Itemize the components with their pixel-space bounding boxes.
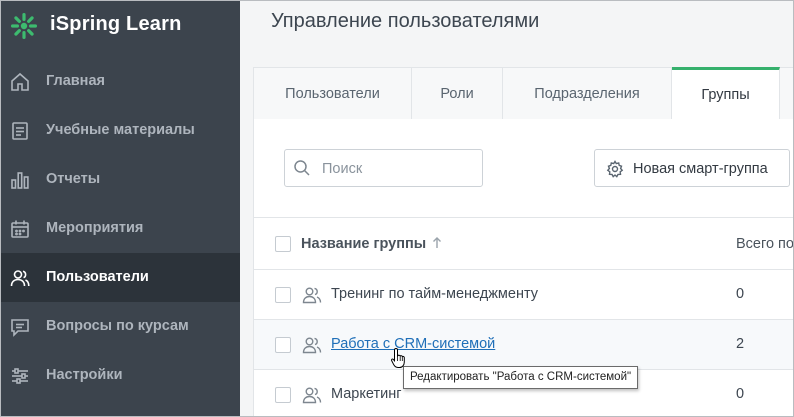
column-header-name[interactable]: Название группы xyxy=(301,236,426,252)
tab-more[interactable] xyxy=(780,68,793,119)
sidebar-item-home[interactable]: Главная xyxy=(1,57,240,106)
page-title: Управление пользователями xyxy=(271,10,540,32)
sidebar-item-reports[interactable]: Отчеты xyxy=(1,155,240,204)
column-header-total[interactable]: Всего по xyxy=(736,236,793,252)
sidebar-item-label: Мероприятия xyxy=(46,220,144,236)
sidebar-item-learning-materials[interactable]: Учебные материалы xyxy=(1,106,240,155)
book-icon xyxy=(12,122,28,140)
row-checkbox[interactable] xyxy=(275,287,291,303)
row-checkbox[interactable] xyxy=(275,387,291,403)
sidebar-item-events[interactable]: Мероприятия xyxy=(1,204,240,253)
tooltip: Редактировать "Работа с CRM-системой" xyxy=(403,366,639,389)
group-count: 2 xyxy=(736,336,745,352)
main-content: Управление пользователями Пользователи Р… xyxy=(240,1,793,416)
search-icon xyxy=(294,160,310,176)
row-checkbox[interactable] xyxy=(275,337,291,353)
sidebar-item-label: Главная xyxy=(46,73,105,89)
brand-name: iSpring Learn xyxy=(50,13,182,35)
tab-bar: Пользователи Роли Подразделения Группы xyxy=(254,67,793,119)
app-window: iSpring Learn Главная Учебные материалы … xyxy=(0,0,794,417)
new-smart-group-button[interactable]: Новая смарт-группа xyxy=(594,149,790,187)
tab-departments[interactable]: Подразделения xyxy=(503,68,672,119)
search-placeholder: Поиск xyxy=(322,161,363,177)
group-count: 0 xyxy=(736,386,745,402)
sort-arrow-up-icon[interactable] xyxy=(431,235,443,251)
group-name-link[interactable]: Работа с CRM-системой xyxy=(331,336,495,352)
sidebar: iSpring Learn Главная Учебные материалы … xyxy=(1,1,240,416)
sidebar-item-label: Отчеты xyxy=(46,171,101,187)
tab-users[interactable]: Пользователи xyxy=(254,68,412,119)
sidebar-item-settings[interactable]: Настройки xyxy=(1,351,240,400)
table-row[interactable]: Работа с CRM-системой 2 xyxy=(254,320,793,370)
sliders-icon xyxy=(12,368,28,384)
hand-cursor-icon xyxy=(391,347,405,368)
brand[interactable]: iSpring Learn xyxy=(1,1,240,51)
gear-icon xyxy=(606,160,624,178)
group-icon xyxy=(302,387,322,404)
search-input[interactable]: Поиск xyxy=(284,149,483,187)
sidebar-item-label: Настройки xyxy=(46,367,123,383)
sidebar-item-label: Вопросы по курсам xyxy=(46,318,189,334)
group-name[interactable]: Тренинг по тайм-менеджменту xyxy=(331,286,538,302)
group-icon xyxy=(302,287,322,304)
bar-chart-icon xyxy=(11,172,29,189)
select-all-checkbox[interactable] xyxy=(275,236,291,252)
tab-groups[interactable]: Группы xyxy=(672,67,780,119)
group-icon xyxy=(302,337,322,354)
sidebar-item-users[interactable]: Пользователи xyxy=(1,253,240,302)
group-name[interactable]: Маркетинг xyxy=(331,386,402,402)
groups-panel: Пользователи Роли Подразделения Группы П… xyxy=(253,67,793,416)
home-icon xyxy=(11,72,29,91)
sidebar-item-label: Учебные материалы xyxy=(46,122,195,138)
ispring-logo xyxy=(11,13,37,39)
users-icon xyxy=(10,270,30,287)
sidebar-item-course-questions[interactable]: Вопросы по курсам xyxy=(1,302,240,351)
new-smart-group-label: Новая смарт-группа xyxy=(633,161,768,177)
group-count: 0 xyxy=(736,286,745,302)
chat-icon xyxy=(11,319,29,337)
table-header: Название группы Всего по xyxy=(254,217,793,270)
calendar-icon xyxy=(11,220,29,238)
table-row[interactable]: Тренинг по тайм-менеджменту 0 xyxy=(254,270,793,320)
tab-roles[interactable]: Роли xyxy=(412,68,503,119)
sidebar-item-label: Пользователи xyxy=(46,269,149,285)
